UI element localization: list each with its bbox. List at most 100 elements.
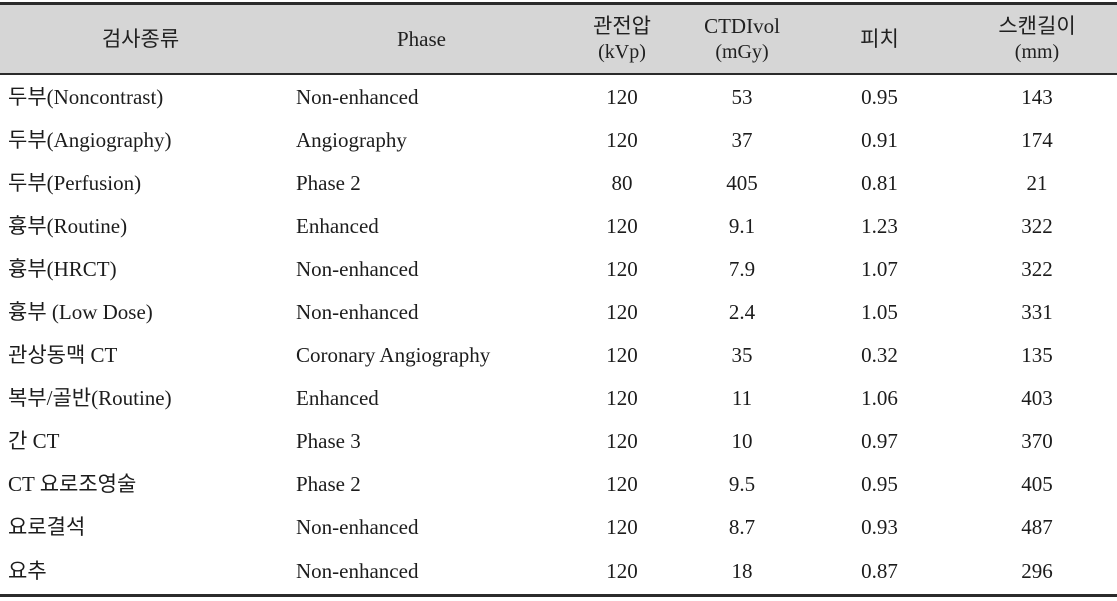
cell-exam-type: 두부(Noncontrast) [8,84,164,109]
column-header-pitch-label: 피치 [860,27,899,51]
table-header: 검사종류 Phase 관전압 (kVp) CTDIvol (mGy) 피치 스캔 [0,2,1117,75]
cell-ctdivol: 53 [731,84,753,109]
cell-exam-type: 두부(Perfusion) [8,170,142,195]
cell-pitch: 1.23 [861,213,898,238]
column-header-ctdivol-label: CTDIvol [704,14,780,38]
cell-kvp: 80 [611,170,633,195]
table-row: 요추 Non-enhanced 120 18 0.87 296 [0,548,1117,597]
cell-ctdivol: 2.4 [728,299,756,324]
cell-exam-type: 간 CT [8,428,60,453]
table-row: 관상동맥 CT Coronary Angiography 120 35 0.32 135 [0,333,1117,376]
cell-pitch: 0.97 [861,428,898,453]
cell-ctdivol: 9.5 [728,471,756,496]
column-header-ctdivol: CTDIvol (mGy) [682,2,802,75]
table-row: 두부(Perfusion) Phase 2 80 405 0.81 21 [0,161,1117,204]
cell-ctdivol: 7.9 [728,256,756,281]
ct-protocol-table-container: 검사종류 Phase 관전압 (kVp) CTDIvol (mGy) 피치 스캔 [0,0,1117,601]
cell-exam-type: 요로결석 [8,514,86,539]
cell-phase: Non-enhanced [296,514,419,539]
cell-pitch: 0.95 [861,471,898,496]
table-row: 두부(Noncontrast) Non-enhanced 120 53 0.95 143 [0,74,1117,118]
cell-ctdivol: 37 [731,127,753,152]
cell-pitch: 0.32 [861,342,898,367]
cell-scan-length: 405 [1021,471,1053,496]
cell-exam-type: 흉부(HRCT) [8,256,117,281]
cell-scan-length: 143 [1021,84,1053,109]
cell-pitch: 0.81 [861,170,898,195]
cell-pitch: 1.06 [861,385,898,410]
cell-kvp: 120 [606,428,638,453]
cell-phase: Enhanced [296,385,379,410]
cell-pitch: 1.05 [861,299,898,324]
cell-pitch: 1.07 [861,256,898,281]
table-row: 흉부(HRCT) Non-enhanced 120 7.9 1.07 322 [0,247,1117,290]
cell-exam-type: 흉부(Routine) [8,213,128,238]
table-row: 흉부(Routine) Enhanced 120 9.1 1.23 322 [0,204,1117,247]
cell-scan-length: 322 [1021,213,1053,238]
table-row: 두부(Angiography) Angiography 120 37 0.91 174 [0,118,1117,161]
cell-ctdivol: 405 [726,170,758,195]
column-header-ctdivol-unit: (mGy) [715,41,769,63]
table-body: 두부(Noncontrast) Non-enhanced 120 53 0.95 143 두… [0,74,1117,597]
cell-scan-length: 331 [1021,299,1053,324]
cell-scan-length: 322 [1021,256,1053,281]
cell-kvp: 120 [606,84,638,109]
column-header-exam-type: 검사종류 [0,2,281,75]
cell-exam-type: 복부/골반(Routine) [8,385,172,410]
column-header-kvp: 관전압 (kVp) [562,2,682,75]
cell-scan-length: 135 [1021,342,1053,367]
column-header-kvp-unit: (kVp) [598,41,646,63]
column-header-phase-label: Phase [397,27,446,51]
cell-pitch: 0.87 [802,548,957,597]
column-header-phase: Phase [281,2,562,75]
cell-phase: Angiography [296,127,407,152]
column-header-pitch: 피치 [802,2,957,75]
cell-exam-type: 흉부 (Low Dose) [8,299,153,324]
column-header-kvp-label: 관전압 [593,14,651,38]
column-header-scan-length: 스캔길이 (mm) [957,2,1117,75]
table-row: CT 요로조영술 Phase 2 120 9.5 0.95 405 [0,462,1117,505]
cell-scan-length: 21 [1026,170,1048,195]
cell-phase: Non-enhanced [296,299,419,324]
table-row: 복부/골반(Routine) Enhanced 120 11 1.06 403 [0,376,1117,419]
cell-phase: Coronary Angiography [296,342,491,367]
cell-phase: Enhanced [296,213,379,238]
cell-pitch: 0.91 [861,127,898,152]
cell-kvp: 120 [606,342,638,367]
cell-ctdivol: 9.1 [728,213,756,238]
cell-scan-length: 370 [1021,428,1053,453]
column-header-exam-type-label: 검사종류 [101,27,180,51]
cell-kvp: 120 [606,385,638,410]
cell-kvp: 120 [562,548,682,597]
cell-ctdivol: 35 [731,342,753,367]
column-header-scan-length-label: 스캔길이 [998,14,1076,38]
cell-kvp: 120 [606,127,638,152]
cell-exam-type: 관상동맥 CT [8,342,118,367]
cell-kvp: 120 [606,471,638,496]
table-row: 흉부 (Low Dose) Non-enhanced 120 2.4 1.05 331 [0,290,1117,333]
table-row: 간 CT Phase 3 120 10 0.97 370 [0,419,1117,462]
table-row: 요로결석 Non-enhanced 120 8.7 0.93 487 [0,505,1117,548]
cell-phase: Non-enhanced [296,84,419,109]
cell-pitch: 0.93 [861,514,898,539]
cell-pitch: 0.95 [861,84,898,109]
cell-scan-length: 296 [957,548,1117,597]
cell-ctdivol: 10 [731,428,753,453]
cell-phase: Phase 2 [296,471,361,496]
cell-ctdivol: 18 [682,548,802,597]
cell-scan-length: 487 [1021,514,1053,539]
cell-phase: Non-enhanced [281,548,562,597]
column-header-scan-length-unit: (mm) [1014,41,1060,63]
ct-protocol-table: 검사종류 Phase 관전압 (kVp) CTDIvol (mGy) 피치 스캔 [0,2,1117,597]
cell-phase: Phase 3 [296,428,361,453]
cell-scan-length: 403 [1021,385,1053,410]
cell-kvp: 120 [606,213,638,238]
cell-phase: Phase 2 [296,170,361,195]
cell-kvp: 120 [606,256,638,281]
cell-ctdivol: 8.7 [728,514,756,539]
cell-exam-type: 두부(Angiography) [8,127,172,152]
cell-kvp: 120 [606,299,638,324]
cell-phase: Non-enhanced [296,256,419,281]
cell-kvp: 120 [606,514,638,539]
cell-ctdivol: 11 [731,385,753,410]
